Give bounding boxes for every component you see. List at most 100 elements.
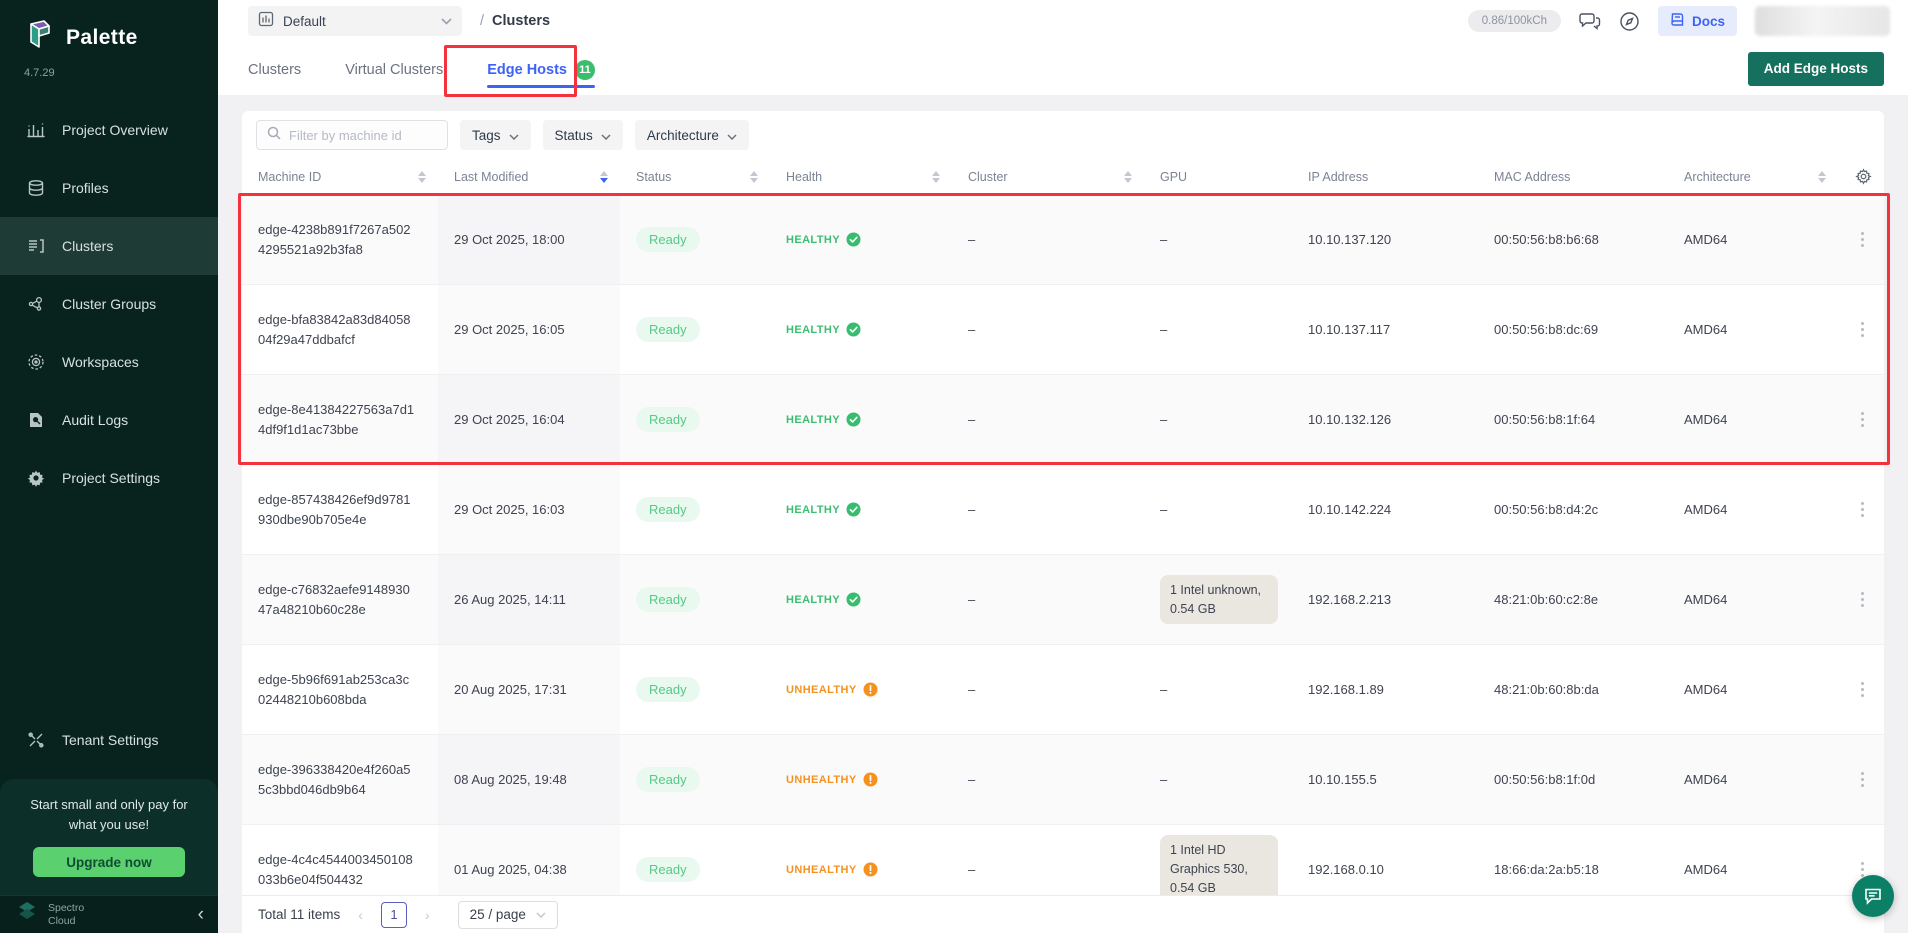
upgrade-now-button[interactable]: Upgrade now bbox=[33, 847, 185, 877]
sort-icon[interactable] bbox=[418, 171, 426, 183]
next-page-icon[interactable]: › bbox=[421, 907, 434, 923]
table-row[interactable]: edge-8e41384227563a7d14df9f1d1ac73bbe29 … bbox=[242, 375, 1884, 465]
sidebar-item-audit-logs[interactable]: Audit Logs bbox=[0, 391, 218, 449]
cell-ip-address: 10.10.137.117 bbox=[1292, 322, 1478, 337]
tab-label: Edge Hosts bbox=[487, 62, 567, 78]
cell-architecture: AMD64 bbox=[1668, 412, 1838, 427]
cell-mac-address: 48:21:0b:60:8b:da bbox=[1478, 682, 1668, 697]
machine-id-search[interactable] bbox=[256, 120, 448, 150]
tab-virtual-clusters[interactable]: Virtual Clusters bbox=[345, 42, 443, 95]
gpu-badge: 1 Intel unknown, 0.54 GB bbox=[1160, 575, 1278, 625]
column-header-machine-id[interactable]: Machine ID bbox=[242, 159, 438, 194]
book-icon bbox=[1670, 12, 1685, 30]
row-menu-kebab-icon[interactable] bbox=[1854, 228, 1870, 251]
cell-status: Ready bbox=[620, 587, 770, 612]
cell-machine-id: edge-4c4c4544003450108033b6e04f504432 bbox=[242, 850, 438, 889]
prev-page-icon[interactable]: ‹ bbox=[354, 907, 367, 923]
last-modified-value: 29 Oct 2025, 16:05 bbox=[438, 322, 579, 337]
status-badge: Ready bbox=[636, 677, 700, 702]
table-row[interactable]: edge-5b96f691ab253ca3c02448210b608bda20 … bbox=[242, 645, 1884, 735]
check-circle-icon bbox=[846, 232, 861, 247]
row-menu-kebab-icon[interactable] bbox=[1854, 408, 1870, 431]
column-header-label: Status bbox=[636, 170, 750, 184]
sort-icon[interactable] bbox=[750, 171, 758, 183]
sidebar-item-project-settings[interactable]: Project Settings bbox=[0, 449, 218, 507]
content: Tags Status Architecture Machine IDLast Mo… bbox=[218, 95, 1908, 933]
column-header-status[interactable]: Status bbox=[620, 159, 770, 194]
sort-icon[interactable] bbox=[600, 171, 608, 183]
sidebar-item-cluster-groups[interactable]: Cluster Groups bbox=[0, 275, 218, 333]
filter-dropdown-tags[interactable]: Tags bbox=[460, 120, 531, 150]
page-number[interactable]: 1 bbox=[381, 902, 407, 928]
cell-last-modified: 20 Aug 2025, 17:31 bbox=[438, 645, 620, 734]
tabs-bar: Clusters Virtual Clusters Edge Hosts11 Add… bbox=[218, 42, 1908, 95]
sort-icon[interactable] bbox=[932, 171, 940, 183]
cell-last-modified: 29 Oct 2025, 16:04 bbox=[438, 375, 620, 464]
support-compass-icon[interactable] bbox=[1619, 11, 1640, 32]
sidebar-item-project-overview[interactable]: Project Overview bbox=[0, 101, 218, 159]
feedback-chat-icon[interactable] bbox=[1579, 11, 1601, 31]
table-row[interactable]: edge-4238b891f7267a5024295521a92b3fa829 … bbox=[242, 195, 1884, 285]
sort-icon[interactable] bbox=[1124, 171, 1132, 183]
cell-ip-address: 192.168.0.10 bbox=[1292, 862, 1478, 877]
column-header-last-modified[interactable]: Last Modified bbox=[438, 159, 620, 194]
table-row[interactable]: edge-c76832aefe914893047a48210b60c28e26 … bbox=[242, 555, 1884, 645]
row-menu-kebab-icon[interactable] bbox=[1854, 768, 1870, 791]
health-label: HEALTHY bbox=[786, 414, 840, 426]
sidebar-item-profiles[interactable]: Profiles bbox=[0, 159, 218, 217]
sort-desc-icon bbox=[418, 178, 426, 183]
add-edge-hosts-button[interactable]: Add Edge Hosts bbox=[1748, 52, 1884, 86]
cell-machine-id: edge-8e41384227563a7d14df9f1d1ac73bbe bbox=[242, 400, 438, 439]
table-row[interactable]: edge-396338420e4f260a55c3bbd046db9b6408 … bbox=[242, 735, 1884, 825]
chat-fab-button[interactable] bbox=[1852, 875, 1894, 917]
cell-status: Ready bbox=[620, 857, 770, 882]
collapse-sidebar-icon[interactable]: ‹ bbox=[198, 905, 204, 924]
cell-health: HEALTHY bbox=[770, 232, 952, 247]
column-header-cluster[interactable]: Cluster bbox=[952, 159, 1144, 194]
filter-dropdown-status[interactable]: Status bbox=[543, 120, 623, 150]
sort-asc-icon bbox=[750, 171, 758, 176]
cell-health: HEALTHY bbox=[770, 502, 952, 517]
search-input[interactable] bbox=[289, 128, 437, 143]
column-header-mac-address: MAC Address bbox=[1478, 159, 1668, 194]
user-account-redacted[interactable] bbox=[1755, 6, 1890, 36]
last-modified-value: 20 Aug 2025, 17:31 bbox=[438, 682, 581, 697]
cell-gpu: – bbox=[1144, 412, 1292, 427]
sort-icon[interactable] bbox=[1818, 171, 1826, 183]
sidebar-item-tenant-settings[interactable]: Tenant Settings bbox=[0, 711, 218, 769]
row-menu-kebab-icon[interactable] bbox=[1854, 498, 1870, 521]
project-selector[interactable]: Default bbox=[248, 6, 462, 36]
docs-button[interactable]: Docs bbox=[1658, 6, 1737, 36]
page-size-select[interactable]: 25 / page bbox=[458, 901, 558, 929]
sidebar-item-workspaces[interactable]: Workspaces bbox=[0, 333, 218, 391]
tab-clusters[interactable]: Clusters bbox=[248, 42, 301, 95]
sidebar-item-label: Project Settings bbox=[62, 470, 160, 486]
column-settings-gear-icon[interactable] bbox=[1855, 168, 1872, 185]
row-menu-kebab-icon[interactable] bbox=[1854, 318, 1870, 341]
alert-circle-icon bbox=[863, 772, 878, 787]
filter-dropdown-architecture[interactable]: Architecture bbox=[635, 120, 749, 150]
cell-status: Ready bbox=[620, 497, 770, 522]
health-indicator: HEALTHY bbox=[786, 412, 938, 427]
table-row[interactable]: edge-857438426ef9d9781930dbe90b705e4e29 … bbox=[242, 465, 1884, 555]
audit-icon bbox=[26, 410, 46, 430]
cell-last-modified: 26 Aug 2025, 14:11 bbox=[438, 555, 620, 644]
cell-health: HEALTHY bbox=[770, 592, 952, 607]
cell-status: Ready bbox=[620, 767, 770, 792]
search-icon bbox=[267, 126, 281, 145]
sidebar-item-label: Project Overview bbox=[62, 122, 168, 138]
table-row[interactable]: edge-bfa83842a83d8405804f29a47ddbafcf29 … bbox=[242, 285, 1884, 375]
row-menu-kebab-icon[interactable] bbox=[1854, 588, 1870, 611]
tab-edge-hosts[interactable]: Edge Hosts11 bbox=[487, 42, 595, 95]
cell-gpu: – bbox=[1144, 502, 1292, 517]
last-modified-value: 26 Aug 2025, 14:11 bbox=[438, 592, 580, 607]
column-header-label: Architecture bbox=[1684, 170, 1818, 184]
sidebar-item-clusters[interactable]: Clusters bbox=[0, 217, 218, 275]
row-menu-kebab-icon[interactable] bbox=[1854, 678, 1870, 701]
column-header-architecture[interactable]: Architecture bbox=[1668, 159, 1838, 194]
column-header-health[interactable]: Health bbox=[770, 159, 952, 194]
breadcrumb-current[interactable]: Clusters bbox=[492, 13, 550, 29]
cell-gpu: – bbox=[1144, 232, 1292, 247]
usage-badge: 0.86/100kCh bbox=[1468, 10, 1561, 32]
table-row[interactable]: edge-4c4c4544003450108033b6e04f50443201 … bbox=[242, 825, 1884, 895]
